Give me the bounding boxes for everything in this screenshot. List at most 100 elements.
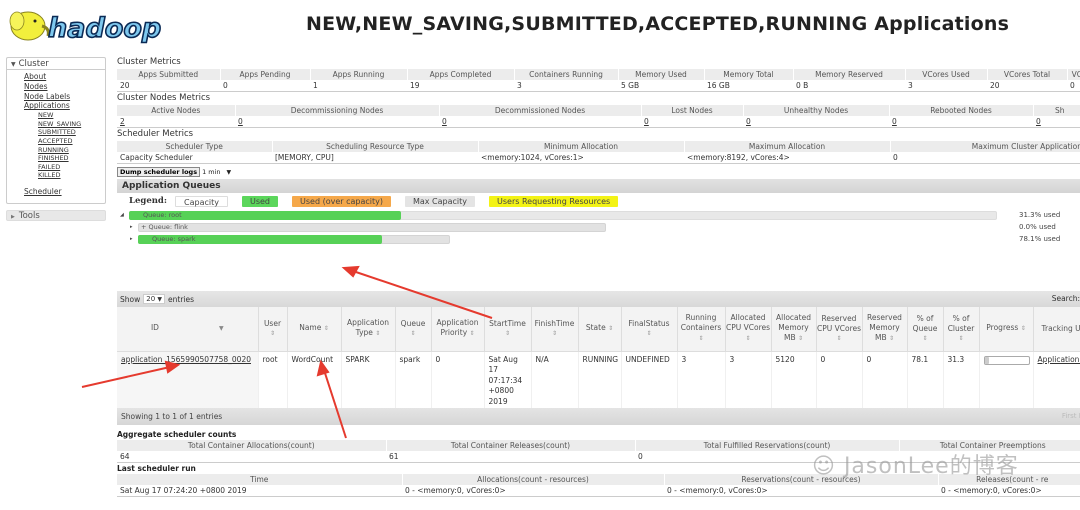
tracking-ui-link[interactable]: ApplicationMaster: [1038, 355, 1080, 364]
page-size-select[interactable]: 20 ▼: [143, 294, 166, 304]
table-row: application_1565990507758_0020 root Word…: [117, 351, 1080, 408]
sidebar: ▼ Cluster About Nodes Node Labels Applica…: [6, 57, 106, 221]
column-header: Scheduler Type: [117, 141, 273, 152]
decommissioning-nodes-link[interactable]: 0: [238, 117, 243, 126]
legend-max-capacity: Max Capacity: [404, 195, 476, 207]
column-header-alloc-memory[interactable]: Allocated Memory MB ⇕: [771, 307, 817, 352]
nav-link-failed[interactable]: FAILED: [38, 163, 105, 172]
column-header-reserved-memory[interactable]: Reserved Memory MB ⇕: [862, 307, 908, 352]
type-cell: SPARK: [341, 351, 396, 408]
scheduler-metrics-table: Scheduler Type Scheduling Resource Type …: [117, 141, 1080, 164]
nav-link-scheduler[interactable]: Scheduler: [24, 187, 105, 197]
dropdown-arrow-icon: ▼: [157, 296, 163, 303]
column-header-final-status[interactable]: FinalStatus ⇕: [621, 307, 678, 352]
column-header-queue[interactable]: Queue ⇕: [395, 307, 432, 352]
nav-link-finished[interactable]: FINISHED: [38, 154, 105, 163]
chat-bubble-icon: ☺: [812, 454, 836, 479]
column-header: Sh: [1033, 105, 1080, 116]
queue-root-row[interactable]: ◢ Queue: root 31.3% used: [117, 210, 1080, 220]
nav-link-nodes[interactable]: Nodes: [24, 82, 105, 92]
dump-logs-row: Dump scheduler logs 1 min ▼: [117, 166, 1080, 178]
shutdown-nodes-link[interactable]: 0: [1036, 117, 1041, 126]
column-header-type[interactable]: Application Type ⇕: [341, 307, 396, 352]
sort-icon: ⇕: [836, 334, 842, 342]
watermark: ☺ JasonLee的博客: [812, 454, 1019, 479]
nav-link-applications[interactable]: Applications: [24, 101, 105, 111]
max-cluster-app-priority: 0: [890, 152, 1080, 164]
sort-icon: ⇕: [504, 329, 511, 337]
queue-label: + Queue: flink: [141, 223, 188, 231]
application-id-link[interactable]: application_1565990507758_0020: [121, 355, 251, 364]
nav-link-submitted[interactable]: SUBMITTED: [38, 128, 105, 137]
main-content: Cluster Metrics Apps Submitted Apps Pend…: [117, 56, 1080, 249]
nav-link-new[interactable]: NEW: [38, 111, 105, 120]
queue-capacity-bar: [138, 223, 606, 232]
column-header-alloc-vcores[interactable]: Allocated CPU VCores ⇕: [725, 307, 772, 352]
app-state-links: NEW NEW_SAVING SUBMITTED ACCEPTED RUNNIN…: [24, 111, 105, 180]
decommissioned-nodes-link[interactable]: 0: [442, 117, 447, 126]
column-header-tracking-ui[interactable]: Tracking UI: [1033, 307, 1080, 352]
active-nodes-link[interactable]: 2: [120, 117, 125, 126]
column-header-id[interactable]: ID ▼: [117, 307, 259, 352]
start-time-cell: Sat Aug 17 07:17:34 +0800 2019: [484, 351, 532, 408]
legend-used: Used: [241, 195, 278, 207]
queue-label: Queue: root: [143, 211, 182, 219]
lost-nodes-link[interactable]: 0: [644, 117, 649, 126]
column-header-pct-cluster[interactable]: % of Cluster ⇕: [943, 307, 980, 352]
nav-link-killed[interactable]: KILLED: [38, 171, 105, 180]
nav-link-running[interactable]: RUNNING: [38, 146, 105, 155]
tools-nav-header[interactable]: ▶ Tools: [6, 209, 106, 221]
min-allocation: <memory:1024, vCores:1>: [478, 152, 684, 164]
column-header-user[interactable]: User ⇕: [258, 307, 288, 352]
sort-icon: ⇕: [922, 334, 928, 342]
queue-tree: ◢ Queue: root 31.3% used ▸ + Queue: flin…: [117, 209, 1080, 249]
last-run-reservations: 0 - <memory:0, vCores:0>: [664, 485, 938, 497]
cluster-metrics-table: Apps Submitted Apps Pending Apps Running…: [117, 69, 1080, 92]
pagination[interactable]: First P: [1062, 408, 1080, 425]
column-header-finish-time[interactable]: FinishTime ⇕: [531, 307, 579, 352]
nav-link-new-saving[interactable]: NEW_SAVING: [38, 120, 105, 129]
column-header-priority[interactable]: Application Priority ⇕: [431, 307, 485, 352]
sort-icon: ⇕: [551, 329, 558, 337]
nav-link-about[interactable]: About: [24, 72, 105, 82]
releases-count: 61: [386, 451, 635, 463]
cluster-nav-header[interactable]: ▼ Cluster: [7, 58, 105, 70]
queue-spark-row[interactable]: ▸ Queue: spark 78.1% used: [117, 234, 1080, 244]
column-header-progress[interactable]: Progress ⇕: [979, 307, 1034, 352]
column-header: Rebooted Nodes: [889, 105, 1034, 116]
column-header-name[interactable]: Name ⇕: [287, 307, 342, 352]
column-header-pct-queue[interactable]: % of Queue ⇕: [907, 307, 944, 352]
header: hadoop NEW,NEW_SAVING,SUBMITTED,ACCEPTED…: [0, 0, 1080, 52]
column-header-start-time[interactable]: StartTime ⇕: [484, 307, 532, 352]
expand-triangle-icon[interactable]: ▸: [130, 234, 133, 244]
metric-value: 0 B: [793, 80, 905, 92]
alloc-memory-cell: 5120: [771, 351, 817, 408]
collapse-triangle-icon[interactable]: ◢: [120, 210, 124, 220]
collapse-triangle-icon: ▼: [11, 61, 16, 68]
nav-link-node-labels[interactable]: Node Labels: [24, 92, 105, 102]
dump-scheduler-logs-button[interactable]: Dump scheduler logs: [117, 167, 201, 177]
legend-used-over-capacity: Used (over capacity): [292, 195, 391, 207]
max-allocation: <memory:8192, vCores:4>: [684, 152, 890, 164]
queue-flink-row[interactable]: ▸ + Queue: flink 0.0% used: [117, 222, 1080, 232]
dump-interval-select[interactable]: 1 min ▼: [202, 168, 231, 176]
name-cell: WordCount: [287, 351, 342, 408]
expand-triangle-icon: ▶: [11, 213, 15, 220]
column-header-running-containers[interactable]: Running Containers ⇕: [677, 307, 726, 352]
nav-link-accepted[interactable]: ACCEPTED: [38, 137, 105, 146]
unhealthy-nodes-link[interactable]: 0: [746, 117, 751, 126]
hadoop-logo[interactable]: hadoop: [6, 6, 178, 44]
rebooted-nodes-link[interactable]: 0: [892, 117, 897, 126]
column-header-reserved-vcores[interactable]: Reserved CPU VCores ⇕: [816, 307, 863, 352]
sort-icon: ⇕: [698, 335, 704, 343]
finish-time-cell: N/A: [531, 351, 579, 408]
progress-bar: [983, 355, 1030, 365]
svg-text:hadoop: hadoop: [48, 13, 161, 44]
column-header-state[interactable]: State ⇕: [578, 307, 622, 352]
column-header: Memory Used: [618, 69, 705, 80]
expand-triangle-icon[interactable]: ▸: [130, 222, 133, 232]
cluster-nodes-metrics-title: Cluster Nodes Metrics: [117, 93, 211, 103]
pct-queue-cell: 78.1: [907, 351, 944, 408]
metric-value: 20: [117, 80, 220, 92]
queue-cell: spark: [395, 351, 432, 408]
